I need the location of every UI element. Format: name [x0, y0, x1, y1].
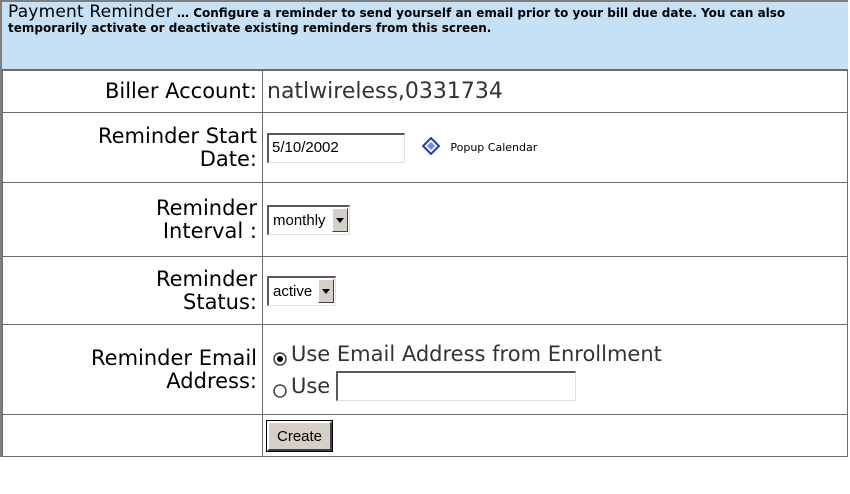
row-interval: Reminder Interval : monthly: [2, 182, 848, 257]
row-biller-account: Biller Account: natlwireless,0331734: [2, 70, 848, 113]
email-label: Reminder Email Address:: [2, 324, 263, 415]
email-option-enrollment-row: Use Email Address from Enrollment: [263, 338, 847, 370]
actions-label-empty: [2, 414, 263, 457]
interval-label: Reminder Interval :: [2, 182, 263, 257]
page-title: Payment Reminder: [8, 2, 173, 22]
interval-selected-value: monthly: [273, 211, 326, 229]
status-selected-value: active: [273, 282, 313, 300]
start-date-label-line1: Reminder Start: [97, 123, 257, 148]
status-label-line1: Reminder: [155, 266, 257, 291]
biller-account-value: natlwireless,0331734: [262, 70, 848, 113]
email-option-custom-label: Use: [291, 373, 331, 398]
actions-cell: Create: [262, 414, 848, 457]
email-label-line1: Reminder Email: [91, 345, 257, 370]
status-cell: active: [262, 256, 848, 325]
email-label-line2: Address:: [166, 368, 257, 393]
status-select[interactable]: active: [267, 275, 337, 306]
form-header: Payment Reminder … Configure a reminder …: [2, 2, 848, 70]
start-date-label-line2: Date:: [199, 146, 257, 171]
custom-email-input[interactable]: [336, 370, 577, 401]
email-cell: Use Email Address from Enrollment Use: [262, 324, 848, 415]
start-date-input[interactable]: 5/10/2002: [267, 132, 405, 163]
chevron-down-icon[interactable]: [318, 279, 335, 303]
row-status: Reminder Status: active: [2, 256, 848, 325]
email-option-enrollment-label: Use Email Address from Enrollment: [291, 341, 662, 366]
interval-select[interactable]: monthly: [267, 204, 350, 235]
reminder-form-frame: Payment Reminder … Configure a reminder …: [0, 0, 848, 457]
chevron-down-icon[interactable]: [331, 208, 348, 232]
radio-custom[interactable]: [273, 379, 287, 398]
interval-cell: monthly: [262, 182, 848, 257]
radio-enrollment[interactable]: [273, 347, 287, 366]
start-date-cell: 5/10/2002 Popup Calendar: [262, 112, 848, 183]
popup-calendar-link[interactable]: Popup Calendar: [450, 141, 537, 154]
status-label-line2: Status:: [183, 289, 257, 314]
status-label: Reminder Status:: [2, 256, 263, 325]
row-start-date: Reminder Start Date: 5/10/2002 Popup Cal…: [2, 112, 848, 183]
interval-label-line2: Interval :: [162, 218, 257, 243]
reminder-form-table: Biller Account: natlwireless,0331734 Rem…: [2, 70, 848, 457]
start-date-label: Reminder Start Date:: [2, 112, 263, 183]
interval-label-line1: Reminder: [155, 195, 257, 220]
row-email: Reminder Email Address: Use Email Addres…: [2, 324, 848, 415]
create-button[interactable]: Create: [265, 419, 334, 452]
email-option-custom-row: Use: [263, 370, 847, 402]
biller-account-label: Biller Account:: [2, 70, 263, 113]
calendar-icon[interactable]: [421, 136, 441, 160]
row-actions: Create: [2, 414, 848, 457]
